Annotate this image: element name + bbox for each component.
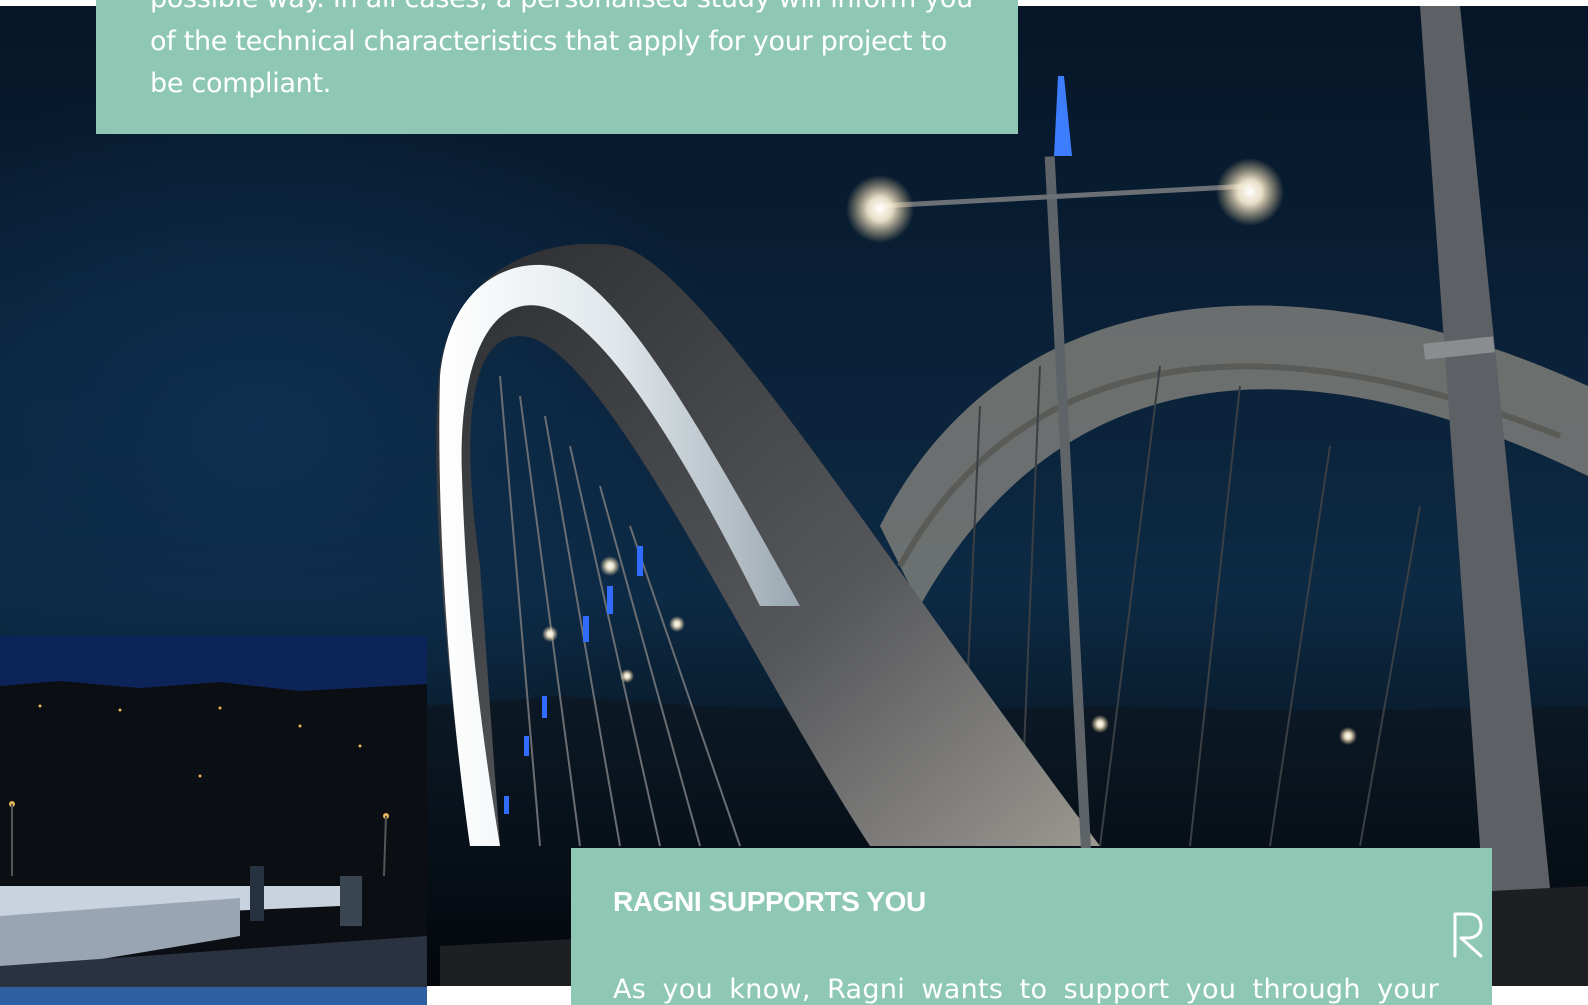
intro-paragraph: possible way. In all cases, a personalis…: [150, 0, 973, 99]
ragni-logo-icon: [1453, 912, 1483, 958]
intro-text-panel: possible way. In all cases, a personalis…: [96, 0, 1018, 134]
inset-accent-bar: [0, 987, 427, 1005]
inset-illustration: [0, 636, 427, 1005]
support-paragraph: As you know, Ragni wants to support you …: [613, 974, 1439, 1005]
support-heading: RAGNI SUPPORTS YOU: [613, 886, 926, 917]
inset-photo: [0, 636, 427, 1005]
support-text-panel: RAGNI SUPPORTS YOU As you know, Ragni wa…: [571, 848, 1492, 1005]
